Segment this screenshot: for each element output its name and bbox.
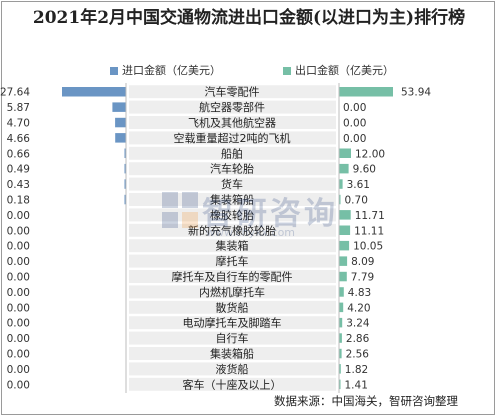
- import-value-label: 0.18: [7, 195, 30, 207]
- category-label: 新的充气橡胶轮胎: [188, 223, 276, 237]
- category-label: 船舶: [221, 146, 243, 160]
- export-value-label: 0.00: [343, 133, 366, 145]
- category-label: 摩托车及自行车的零配件: [172, 270, 293, 284]
- category-label: 飞机及其他航空器: [188, 116, 276, 130]
- export-bar: [339, 148, 351, 158]
- export-value-label: 0.70: [345, 195, 368, 207]
- import-bar: [62, 87, 126, 97]
- import-value-label: 0.00: [7, 333, 30, 345]
- category-label: 液货船: [216, 362, 249, 376]
- export-value-label: 53.94: [401, 87, 431, 99]
- butterfly-bar-chart: 汽车零配件 27.64 53.94 航空器零部件 5.87 0.00 飞机及其他航空器 4.7…: [0, 83, 431, 393]
- export-bar: [339, 87, 393, 97]
- category-label: 空载重量超过2吨的飞机: [174, 131, 291, 145]
- import-value-label: 4.70: [7, 118, 30, 130]
- category-label: 客车（十座及以上）: [183, 377, 282, 391]
- import-value-label: 27.64: [0, 87, 30, 99]
- export-value-label: 1.82: [345, 364, 368, 376]
- category-label: 汽车零配件: [205, 85, 260, 99]
- import-bar: [115, 117, 126, 128]
- export-value-label: 0.00: [343, 118, 366, 130]
- import-value-label: 0.00: [7, 210, 30, 222]
- import-value-label: 5.87: [7, 102, 30, 114]
- export-value-label: 3.61: [347, 179, 370, 191]
- export-bar: [339, 210, 351, 220]
- category-label: 橡胶轮胎: [210, 208, 254, 222]
- export-value-label: 9.60: [353, 164, 376, 176]
- import-value-label: 0.49: [7, 164, 30, 176]
- export-value-label: 10.05: [353, 241, 383, 253]
- import-value-label: 0.00: [7, 318, 30, 330]
- category-label: 汽车轮胎: [210, 162, 254, 176]
- export-bar: [339, 271, 347, 282]
- export-value-label: 2.86: [346, 333, 370, 345]
- category-label: 集装箱船: [210, 347, 254, 361]
- import-value-label: 0.00: [7, 225, 30, 237]
- export-value-label: 4.83: [348, 287, 371, 299]
- category-label: 电动摩托车及脚踏车: [183, 316, 282, 330]
- export-value-label: 11.71: [355, 210, 385, 222]
- export-value-label: 0.00: [343, 102, 366, 114]
- export-value-label: 4.20: [347, 302, 370, 314]
- export-value-label: 12.00: [355, 148, 385, 160]
- import-value-label: 0.00: [7, 364, 30, 376]
- export-bar: [339, 225, 351, 235]
- export-value-label: 8.09: [351, 256, 374, 268]
- export-bar: [339, 179, 343, 189]
- export-bar: [339, 287, 344, 297]
- export-bar: [339, 302, 344, 313]
- category-label: 集装箱: [216, 239, 249, 253]
- export-bar: [339, 256, 348, 266]
- import-value-label: 0.66: [7, 148, 31, 160]
- import-value-label: 0.00: [7, 349, 30, 361]
- export-value-label: 11.11: [354, 225, 384, 237]
- category-label: 货车: [221, 177, 243, 191]
- import-value-label: 0.43: [7, 179, 30, 191]
- import-value-label: 0.00: [7, 379, 30, 391]
- import-value-label: 4.66: [7, 133, 31, 145]
- category-label: 内燃机摩托车: [199, 285, 265, 299]
- import-value-label: 0.00: [7, 241, 30, 253]
- import-bar: [112, 102, 126, 112]
- category-label: 航空器零部件: [199, 100, 265, 114]
- import-value-label: 0.00: [7, 287, 30, 299]
- import-value-label: 0.00: [7, 272, 30, 284]
- category-label: 散货船: [216, 300, 249, 314]
- source-note: 数据来源：中国海关，智研咨询整理: [274, 394, 458, 408]
- export-bar: [339, 163, 349, 174]
- export-value-label: 3.24: [346, 318, 370, 330]
- export-value-label: 2.56: [346, 349, 370, 361]
- export-value-label: 1.41: [345, 379, 368, 391]
- export-value-label: 7.79: [351, 272, 374, 284]
- import-value-label: 0.00: [7, 302, 30, 314]
- import-bar: [115, 133, 126, 143]
- import-value-label: 0.00: [7, 256, 30, 268]
- category-label: 摩托车: [216, 254, 249, 268]
- category-label: 集装箱船: [210, 193, 254, 207]
- export-bar: [339, 240, 350, 251]
- category-label: 自行车: [216, 331, 249, 345]
